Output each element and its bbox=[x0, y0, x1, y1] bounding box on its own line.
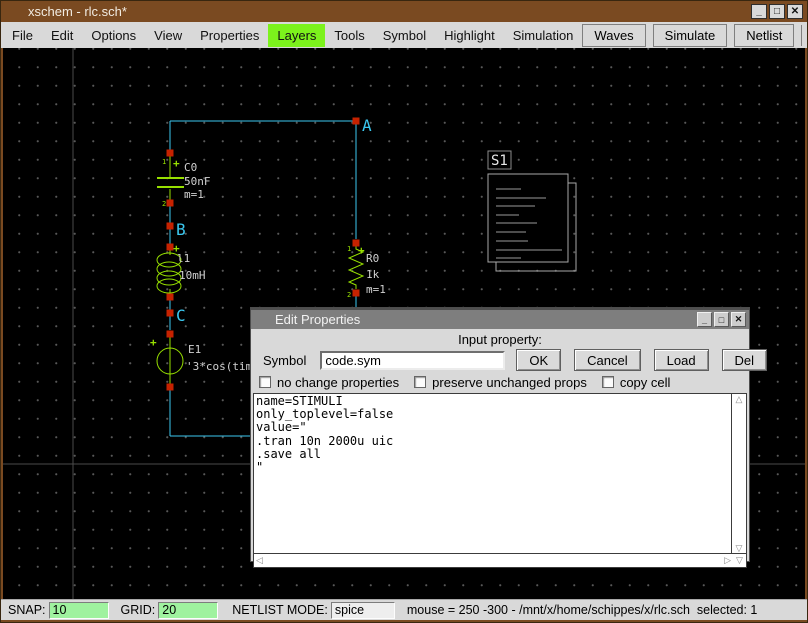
ind-ref: l1 bbox=[177, 252, 190, 265]
res-pin1-number: 1 bbox=[347, 245, 351, 253]
netlist-button[interactable]: Netlist bbox=[734, 24, 794, 47]
menu-symbol[interactable]: Symbol bbox=[374, 24, 435, 47]
menu-view[interactable]: View bbox=[145, 24, 191, 47]
window-titlebar[interactable]: xschem - rlc.sch* _ □ ✕ bbox=[1, 1, 807, 22]
dialog-close-button[interactable]: ✕ bbox=[731, 312, 746, 327]
menu-highlight[interactable]: Highlight bbox=[435, 24, 504, 47]
dialog-minimize-button[interactable]: _ bbox=[697, 312, 712, 327]
statusbar: SNAP: GRID: NETLIST MODE: mouse = 250 -3… bbox=[1, 599, 807, 620]
res-value: 1k bbox=[366, 268, 380, 281]
help-button[interactable]: Help bbox=[801, 25, 808, 46]
menu-simulation[interactable]: Simulation bbox=[504, 24, 583, 47]
src-plus-sign: + bbox=[150, 336, 157, 349]
edit-properties-dialog: Edit Properties _ □ ✕ Input property: Sy… bbox=[250, 307, 750, 562]
snap-input[interactable] bbox=[49, 602, 109, 619]
code-ref: S1 bbox=[491, 153, 508, 169]
cap-pin2-number: 2 bbox=[162, 200, 166, 208]
netlist-mode-input[interactable] bbox=[331, 602, 395, 619]
scroll-right-icon[interactable]: ▷ bbox=[724, 555, 731, 566]
symbol-input[interactable] bbox=[320, 351, 505, 370]
minimize-button[interactable]: _ bbox=[751, 4, 767, 19]
ind-value: 10mH bbox=[179, 269, 206, 282]
horizontal-scrollbar[interactable]: ◁ ▷ bbox=[254, 553, 733, 567]
preserve-unchanged-props-label: preserve unchanged props bbox=[432, 375, 587, 390]
scrollbar-corner: ▽ bbox=[733, 553, 746, 567]
scroll-down-icon[interactable]: ▽ bbox=[736, 543, 743, 553]
cap-plus-sign: + bbox=[173, 157, 180, 170]
schematic-canvas[interactable]: 1 2 + C0 50nF m=1 + l1 10mH bbox=[3, 48, 805, 599]
cap-mult: m=1 bbox=[184, 188, 204, 201]
net-label-b[interactable]: B bbox=[176, 220, 186, 239]
grid-label: GRID: bbox=[121, 603, 156, 617]
copy-cell-checkbox[interactable] bbox=[602, 376, 614, 388]
scroll-up-icon[interactable]: △ bbox=[736, 394, 743, 404]
inductor-symbol[interactable]: + l1 10mH bbox=[157, 242, 206, 293]
snap-label: SNAP: bbox=[8, 603, 46, 617]
preserve-unchanged-props-checkbox[interactable] bbox=[414, 376, 426, 388]
property-text-area[interactable]: name=STIMULI only_toplevel=false value="… bbox=[254, 394, 732, 553]
checkbox-row: no change properties preserve unchanged … bbox=[251, 375, 749, 393]
net-label-c[interactable]: C bbox=[176, 306, 186, 325]
res-pin2-number: 2 bbox=[347, 291, 351, 299]
src-ref: E1 bbox=[188, 343, 201, 356]
symbol-label: Symbol bbox=[263, 353, 306, 368]
window-controls: _ □ ✕ bbox=[751, 4, 807, 19]
cap-value: 50nF bbox=[184, 175, 211, 188]
xschem-window: xschem - rlc.sch* _ □ ✕ File Edit Option… bbox=[0, 0, 808, 623]
net-label-a[interactable]: A bbox=[362, 116, 372, 135]
res-mult: m=1 bbox=[366, 283, 386, 296]
netlist-mode-label: NETLIST MODE: bbox=[232, 603, 328, 617]
grid-input[interactable] bbox=[158, 602, 218, 619]
waves-button[interactable]: Waves bbox=[582, 24, 645, 47]
symbol-row: Symbol OK Cancel Load Del bbox=[251, 349, 749, 375]
cancel-button[interactable]: Cancel bbox=[574, 349, 640, 371]
copy-cell-label: copy cell bbox=[620, 375, 671, 390]
dialog-maximize-button[interactable]: □ bbox=[714, 312, 729, 327]
capacitor-symbol[interactable]: 1 2 + C0 50nF m=1 bbox=[157, 156, 211, 208]
property-text-area-frame: name=STIMULI only_toplevel=false value="… bbox=[253, 393, 747, 568]
vertical-scrollbar[interactable]: △ ▽ bbox=[732, 394, 746, 553]
dialog-title: Edit Properties bbox=[275, 312, 360, 327]
ok-button[interactable]: OK bbox=[516, 349, 561, 371]
window-title: xschem - rlc.sch* bbox=[1, 4, 127, 19]
menubar: File Edit Options View Properties Layers… bbox=[1, 22, 807, 48]
del-button[interactable]: Del bbox=[722, 349, 768, 371]
menu-tools[interactable]: Tools bbox=[325, 24, 373, 47]
close-button[interactable]: ✕ bbox=[787, 4, 803, 19]
no-change-properties-checkbox[interactable] bbox=[259, 376, 271, 388]
scroll-left-icon[interactable]: ◁ bbox=[256, 555, 263, 566]
dialog-controls: _ □ ✕ bbox=[697, 312, 749, 327]
menu-options[interactable]: Options bbox=[82, 24, 145, 47]
menu-properties[interactable]: Properties bbox=[191, 24, 268, 47]
load-button[interactable]: Load bbox=[654, 349, 709, 371]
simulate-button[interactable]: Simulate bbox=[653, 24, 728, 47]
menu-edit[interactable]: Edit bbox=[42, 24, 82, 47]
mouse-status-text: mouse = 250 -300 - /mnt/x/home/schippes/… bbox=[407, 603, 758, 617]
cap-ref: C0 bbox=[184, 161, 197, 174]
menu-layers[interactable]: Layers bbox=[268, 24, 325, 47]
input-property-label: Input property: bbox=[251, 329, 749, 349]
code-symbol[interactable]: S1 bbox=[488, 151, 576, 271]
cap-pin1-number: 1 bbox=[162, 158, 166, 166]
net-labels[interactable]: A B C bbox=[176, 116, 372, 325]
dialog-titlebar[interactable]: Edit Properties _ □ ✕ bbox=[251, 308, 749, 329]
menu-file[interactable]: File bbox=[3, 24, 42, 47]
res-ref: R0 bbox=[366, 252, 379, 265]
no-change-properties-label: no change properties bbox=[277, 375, 399, 390]
maximize-button[interactable]: □ bbox=[769, 4, 785, 19]
